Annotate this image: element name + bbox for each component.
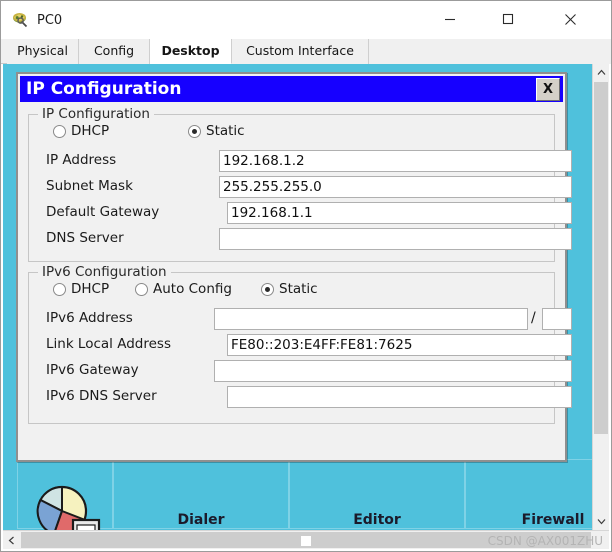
input-ipv6-gateway[interactable]	[214, 360, 572, 382]
radio-dot-icon	[53, 282, 66, 296]
desktop-panel: Dialer Editor Firewall t IP Configuratio…	[3, 64, 609, 549]
radio-ipv6-static[interactable]: Static	[261, 281, 318, 297]
vertical-scrollbar[interactable]	[592, 64, 609, 530]
close-button[interactable]	[547, 1, 593, 37]
chevron-down-icon	[597, 519, 605, 525]
tab-custom-interface[interactable]: Custom Interface	[232, 39, 369, 64]
desktop-icon-cell-dialer[interactable]: Dialer	[113, 459, 289, 529]
scroll-down-button[interactable]	[593, 513, 609, 530]
input-dns-server[interactable]	[219, 228, 572, 250]
maximize-icon	[502, 13, 514, 25]
radio-dot-icon	[188, 124, 201, 138]
window-title-text: PC0	[37, 12, 63, 28]
label-link-local-address: Link Local Address	[46, 336, 171, 352]
desktop-icon-label-editor: Editor	[353, 512, 401, 528]
chevron-up-icon	[597, 69, 605, 75]
field-row-ipv6-dns-server: IPv6 DNS Server	[36, 386, 572, 410]
desktop-canvas: Dialer Editor Firewall t IP Configuratio…	[3, 64, 592, 530]
field-row-link-local-address: Link Local Address FE80::203:E4FF:FE81:7…	[36, 334, 572, 358]
radio-ipv6-dhcp[interactable]: DHCP	[53, 281, 109, 297]
packet-tracer-pc-icon	[13, 13, 28, 28]
desktop-icon-cell-editor[interactable]: Editor	[289, 459, 465, 529]
field-row-ipv6-address: IPv6 Address /	[36, 308, 572, 332]
ipv6-group-title: IPv6 Configuration	[38, 264, 171, 280]
label-dns-server: DNS Server	[46, 230, 124, 246]
radio-ipv6-auto-config-label: Auto Config	[153, 281, 232, 297]
input-ipv6-prefix-length[interactable]	[542, 308, 572, 330]
scroll-left-button[interactable]	[3, 531, 20, 549]
minimize-button[interactable]	[427, 1, 473, 37]
radio-ipv4-dhcp[interactable]: DHCP	[53, 123, 109, 139]
ipv6-prefix-separator: /	[531, 310, 536, 326]
ipv4-configuration-group: IP Configuration DHCP Static IP Address …	[28, 106, 572, 262]
desktop-icon-label-firewall: Firewall	[521, 512, 585, 528]
dialog-title-bar: IP Configuration X	[20, 76, 563, 102]
tab-desktop[interactable]: Desktop	[150, 39, 232, 64]
input-link-local-address[interactable]: FE80::203:E4FF:FE81:7625	[227, 334, 572, 356]
ip-configuration-dialog: IP Configuration X IP Configuration DHCP	[16, 72, 572, 462]
maximize-button[interactable]	[485, 1, 531, 37]
field-row-subnet-mask: Subnet Mask 255.255.255.0	[36, 176, 572, 200]
dialog-close-button[interactable]: X	[536, 78, 560, 101]
pc0-device-window: PC0 Physical Config Desktop Custom Inter…	[0, 0, 612, 552]
window-title-bar: PC0	[1, 1, 611, 39]
tab-config[interactable]: Config	[79, 39, 150, 64]
traffic-chart-icon	[36, 485, 101, 530]
horizontal-scrollbar[interactable]: CSDN @AX001ZHU	[3, 530, 609, 549]
ipv6-configuration-group: IPv6 Configuration DHCP Auto Config Stat…	[28, 264, 572, 424]
field-row-ipv6-gateway: IPv6 Gateway	[36, 360, 572, 384]
radio-ipv4-static[interactable]: Static	[188, 123, 245, 139]
input-default-gateway[interactable]: 192.168.1.1	[227, 202, 572, 224]
input-ipv6-address[interactable]	[214, 308, 528, 330]
radio-ipv4-dhcp-label: DHCP	[71, 123, 110, 139]
field-row-default-gateway: Default Gateway 192.168.1.1	[36, 202, 572, 226]
radio-dot-icon	[53, 124, 66, 138]
label-default-gateway: Default Gateway	[46, 204, 160, 220]
label-ip-address: IP Address	[46, 152, 117, 168]
label-ipv6-dns-server: IPv6 DNS Server	[46, 388, 157, 404]
tab-strip-filler	[369, 39, 611, 64]
label-ipv6-address: IPv6 Address	[46, 310, 133, 326]
radio-ipv6-auto-config[interactable]: Auto Config	[135, 281, 232, 297]
chevron-left-icon	[8, 536, 14, 544]
field-row-ip-address: IP Address 192.168.1.2	[36, 150, 572, 174]
desktop-icon-cell-firewall[interactable]: Firewall	[465, 459, 592, 529]
radio-dot-icon	[135, 282, 148, 296]
desktop-icon-label-dialer: Dialer	[177, 512, 225, 528]
desktop-icon-cell-traffic[interactable]	[17, 459, 113, 530]
field-row-dns-server: DNS Server	[36, 228, 572, 252]
radio-ipv6-static-label: Static	[279, 281, 318, 297]
close-icon	[564, 13, 576, 25]
radio-dot-icon	[261, 282, 274, 296]
input-ip-address[interactable]: 192.168.1.2	[219, 150, 572, 172]
device-tab-bar: Physical Config Desktop Custom Interface	[1, 39, 611, 64]
horizontal-scrollbar-thumb[interactable]	[21, 532, 591, 548]
scrollbar-thumb-marker	[301, 536, 311, 546]
vertical-scrollbar-thumb[interactable]	[594, 82, 608, 434]
radio-ipv4-static-label: Static	[206, 123, 245, 139]
scroll-up-button[interactable]	[593, 64, 609, 81]
tab-physical[interactable]: Physical	[7, 39, 79, 64]
window-title-group: PC0	[11, 1, 62, 39]
radio-ipv6-dhcp-label: DHCP	[71, 281, 110, 297]
label-ipv6-gateway: IPv6 Gateway	[46, 362, 139, 378]
minimize-icon	[445, 18, 455, 21]
input-subnet-mask[interactable]: 255.255.255.0	[219, 176, 572, 198]
ipv4-group-title: IP Configuration	[38, 106, 154, 122]
dialog-body: IP Configuration DHCP Static IP Address …	[20, 102, 572, 458]
input-ipv6-dns-server[interactable]	[227, 386, 572, 408]
dialog-title-text: IP Configuration	[26, 79, 182, 99]
label-subnet-mask: Subnet Mask	[46, 178, 133, 194]
